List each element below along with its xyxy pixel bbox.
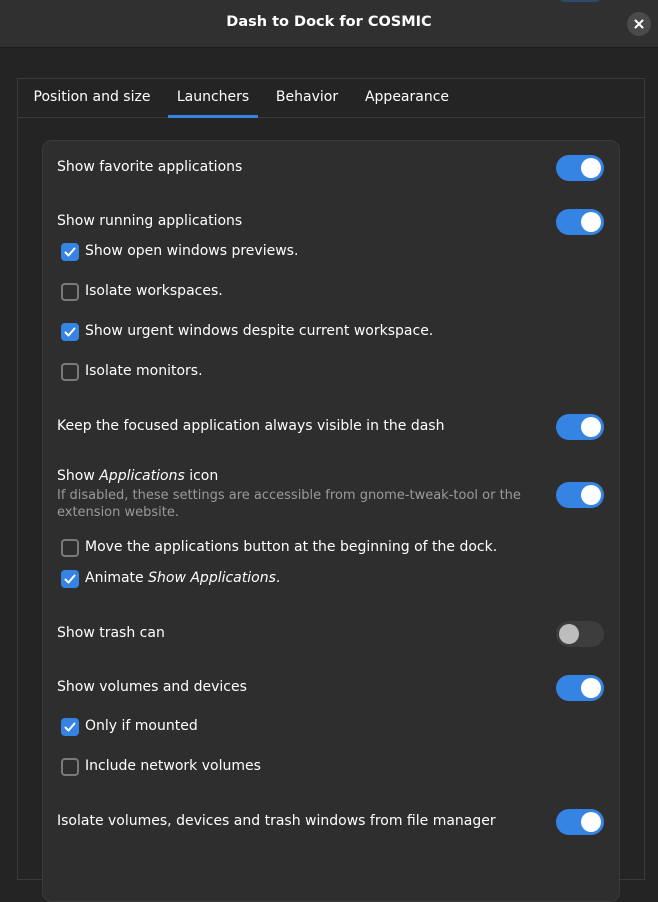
switch-knob xyxy=(581,812,601,832)
animate-show-apps-checkbox[interactable] xyxy=(61,570,79,588)
show-apps-icon-switch[interactable] xyxy=(556,482,604,508)
title-bar: Dash to Dock for COSMIC xyxy=(0,0,658,48)
checkmark-icon xyxy=(64,247,76,257)
urgent-windows-checkbox[interactable] xyxy=(61,323,79,341)
checkmark-icon xyxy=(64,722,76,732)
switch-knob xyxy=(581,417,601,437)
show-running-switch[interactable] xyxy=(556,209,604,235)
keep-focused-label: Keep the focused application always visi… xyxy=(57,418,445,434)
show-trash-label: Show trash can xyxy=(57,625,165,641)
isolate-volumes-label: Isolate volumes, devices and trash windo… xyxy=(57,813,496,829)
show-apps-icon-label-italic: Applications xyxy=(99,468,185,484)
isolate-workspaces-checkbox[interactable] xyxy=(61,283,79,301)
window-title: Dash to Dock for COSMIC xyxy=(226,14,432,30)
isolate-monitors-checkbox[interactable] xyxy=(61,363,79,381)
urgent-windows-label: Show urgent windows despite current work… xyxy=(85,323,434,339)
close-button[interactable] xyxy=(627,12,651,36)
tab-launchers[interactable]: Launchers xyxy=(168,79,258,118)
animate-show-apps-label-suffix: . xyxy=(275,570,281,586)
apps-button-beginning-checkbox[interactable] xyxy=(61,539,79,557)
show-trash-switch[interactable] xyxy=(556,621,604,647)
tab-position-and-size[interactable]: Position and size xyxy=(26,79,158,117)
show-favorites-label: Show favorite applications xyxy=(57,159,243,175)
open-windows-previews-checkbox[interactable] xyxy=(61,243,79,261)
animate-show-apps-label: Animate Show Applications. xyxy=(85,570,280,586)
switch-knob xyxy=(559,624,579,644)
apps-button-beginning-label: Move the applications button at the begi… xyxy=(85,539,498,555)
show-apps-icon-label: Show Applications icon xyxy=(57,468,218,484)
only-if-mounted-label: Only if mounted xyxy=(85,718,198,734)
network-volumes-label: Include network volumes xyxy=(85,758,261,774)
network-volumes-checkbox[interactable] xyxy=(61,758,79,776)
show-running-label: Show running applications xyxy=(57,213,243,229)
checkmark-icon xyxy=(64,574,76,584)
isolate-volumes-switch[interactable] xyxy=(556,809,604,835)
isolate-workspaces-label: Isolate workspaces. xyxy=(85,283,223,299)
show-volumes-switch[interactable] xyxy=(556,675,604,701)
checkmark-icon xyxy=(64,327,76,337)
close-icon xyxy=(634,19,644,29)
keep-focused-switch[interactable] xyxy=(556,414,604,440)
tab-behavior[interactable]: Behavior xyxy=(270,79,344,117)
only-if-mounted-checkbox[interactable] xyxy=(61,718,79,736)
tab-appearance[interactable]: Appearance xyxy=(358,79,456,117)
animate-show-apps-label-prefix: Animate xyxy=(85,570,144,586)
animate-show-apps-label-italic: Show Applications xyxy=(148,570,276,586)
open-windows-previews-label: Show open windows previews. xyxy=(85,243,299,259)
switch-knob xyxy=(581,485,601,505)
isolate-monitors-label: Isolate monitors. xyxy=(85,363,203,379)
tab-bar: Position and size Launchers Behavior App… xyxy=(18,79,644,118)
background-window-peek xyxy=(560,0,600,2)
switch-knob xyxy=(581,212,601,232)
show-favorites-switch[interactable] xyxy=(556,155,604,181)
show-apps-icon-description: If disabled, these settings are accessib… xyxy=(57,488,521,520)
show-volumes-label: Show volumes and devices xyxy=(57,679,247,695)
switch-knob xyxy=(581,678,601,698)
show-apps-icon-label-suffix: icon xyxy=(189,468,219,484)
show-apps-icon-label-prefix: Show xyxy=(57,468,95,484)
switch-knob xyxy=(581,158,601,178)
